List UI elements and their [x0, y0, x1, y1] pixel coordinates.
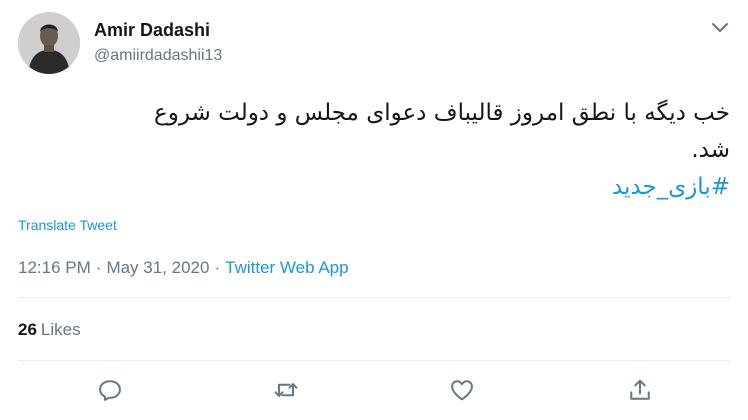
tweet-text-line-2: شد. — [691, 137, 730, 163]
tweet-meta: 12:16 PM · May 31, 2020 · Twitter Web App — [18, 258, 349, 278]
tweet-text-line-1: خب دیگه با نطق امروز قالیباف دعوای مجلس … — [154, 100, 730, 126]
heart-icon[interactable] — [448, 376, 476, 404]
tweet-source-link[interactable]: Twitter Web App — [225, 258, 348, 277]
avatar-image — [18, 12, 80, 74]
author-handle[interactable]: @amiirdadashii13 — [94, 47, 222, 65]
avatar[interactable] — [18, 12, 80, 74]
divider — [18, 360, 730, 361]
share-icon[interactable] — [626, 376, 654, 404]
tweet-card: Amir Dadashi @amiirdadashii13 خب دیگه با… — [0, 0, 748, 420]
translate-tweet-link[interactable]: Translate Tweet — [18, 217, 117, 233]
likes-stat[interactable]: 26 Likes — [18, 320, 81, 340]
reply-icon[interactable] — [96, 376, 124, 404]
tweet-time[interactable]: 12:16 PM — [18, 258, 91, 277]
likes-count: 26 — [18, 320, 37, 339]
meta-separator: · — [95, 258, 102, 277]
chevron-down-icon[interactable] — [708, 16, 732, 40]
likes-label: Likes — [40, 320, 81, 339]
retweet-icon[interactable] — [272, 376, 300, 404]
divider — [18, 297, 730, 298]
meta-separator: · — [214, 258, 221, 277]
tweet-date[interactable]: May 31, 2020 — [106, 258, 209, 277]
tweet-text: خب دیگه با نطق امروز قالیباف دعوای مجلس … — [30, 95, 730, 206]
hashtag-link[interactable]: #بازی_جدید — [612, 174, 730, 200]
author-name[interactable]: Amir Dadashi — [94, 20, 210, 40]
